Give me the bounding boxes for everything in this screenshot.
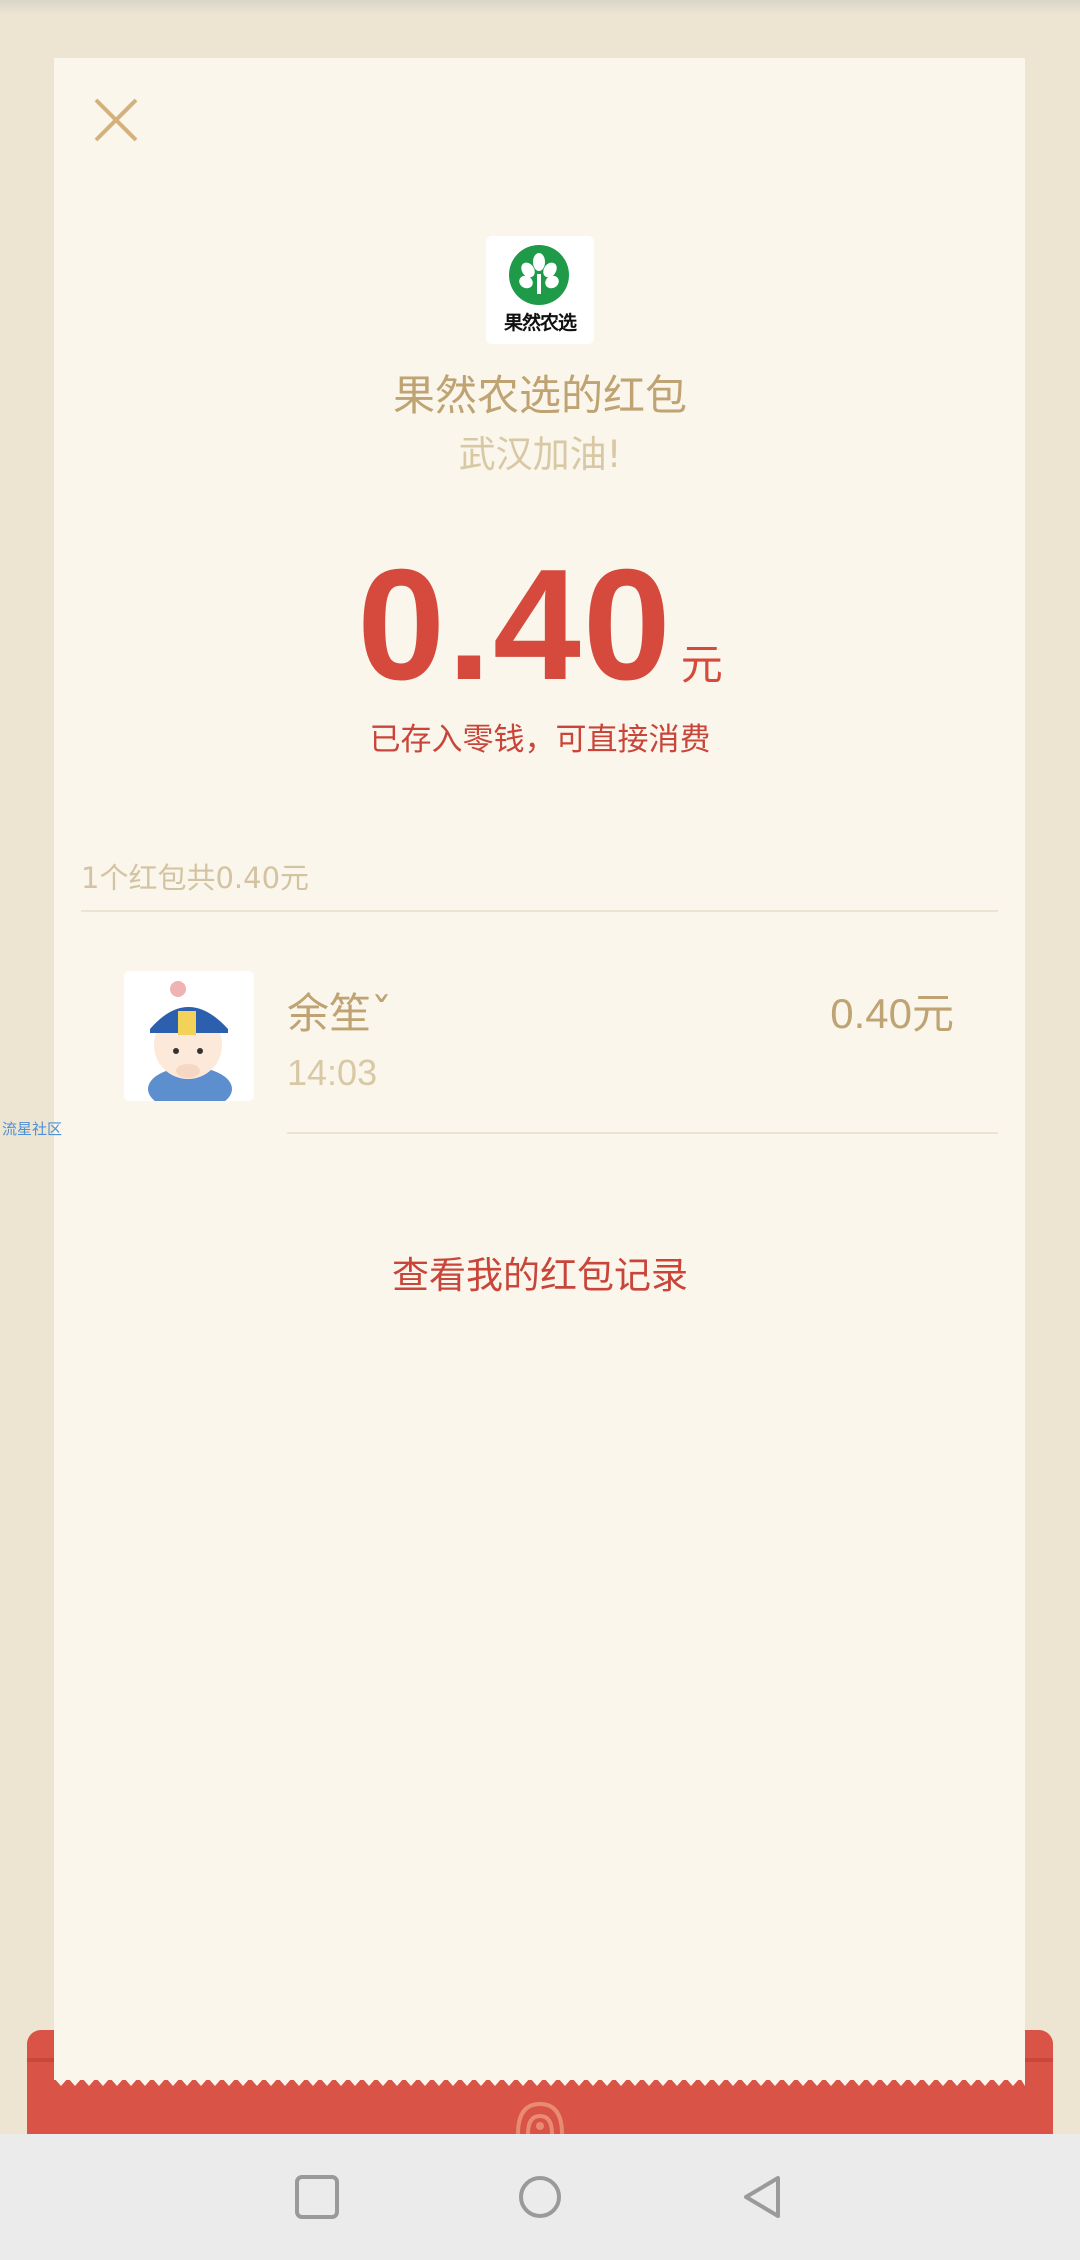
envelope-emblem-icon[interactable]: [512, 2098, 568, 2134]
amount-unit: 元: [680, 640, 723, 689]
packet-summary: 1个红包共0.40元: [81, 861, 310, 895]
amount-row: 0.40 元: [0, 535, 1080, 716]
watermark: 流星社区: [2, 1120, 63, 1138]
receive-time: 14:03: [287, 1052, 378, 1093]
status-shade: [0, 0, 1080, 14]
stored-note: 已存入零钱，可直接消费: [369, 722, 711, 758]
red-packet-detail-screen: 果然农选 果然农选的红包 武汉加油! 0.40 元 已存入零钱，可直接消费 1个红…: [0, 0, 1080, 2260]
received-amount: 0.40: [357, 537, 673, 713]
card-zigzag-edge: [54, 2072, 1025, 2086]
packet-greeting: 武汉加油!: [458, 433, 622, 476]
leaf-logo-icon: [509, 245, 569, 305]
triangle-back-icon: [744, 2176, 780, 2218]
packet-title: 果然农选的红包: [392, 371, 687, 420]
circle-home-icon: [519, 2176, 561, 2218]
logo-text: 果然农选: [503, 312, 577, 334]
home-button[interactable]: [513, 2170, 567, 2224]
close-icon: [94, 98, 138, 142]
receiver-name: 余笙ˇ: [287, 989, 393, 1038]
receiver-amount: 0.40元: [830, 990, 954, 1037]
summary-divider: [81, 910, 998, 912]
avatar[interactable]: [124, 971, 254, 1101]
recent-apps-button[interactable]: [290, 2170, 344, 2224]
item-divider: [287, 1132, 998, 1134]
square-recent-icon: [295, 2175, 339, 2219]
avatar-cartoon-icon: [124, 971, 254, 1101]
sender-logo: 果然农选: [486, 236, 594, 344]
back-button[interactable]: [736, 2170, 790, 2224]
close-button[interactable]: [92, 96, 140, 144]
view-records-link[interactable]: 查看我的红包记录: [0, 1245, 1080, 1299]
